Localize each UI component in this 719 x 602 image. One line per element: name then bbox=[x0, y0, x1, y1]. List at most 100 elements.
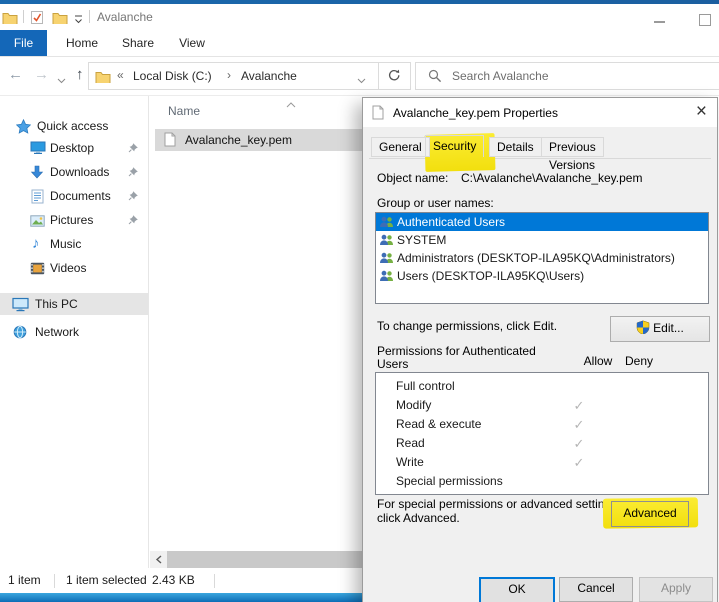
ribbon-tab-file[interactable]: File bbox=[0, 30, 47, 57]
permission-name: Write bbox=[396, 455, 424, 469]
sidebar-item-desktop[interactable]: Desktop bbox=[0, 137, 148, 159]
pictures-icon bbox=[30, 215, 45, 230]
user-row-authenticated-users[interactable]: Authenticated Users bbox=[376, 213, 708, 231]
advanced-hint-line2: click Advanced. bbox=[377, 511, 460, 525]
user-row-administrators[interactable]: Administrators (DESKTOP-ILA95KQ\Administ… bbox=[376, 249, 708, 267]
tab-general[interactable]: General bbox=[371, 137, 430, 157]
ribbon-divider bbox=[0, 56, 719, 57]
ok-button[interactable]: OK bbox=[479, 577, 555, 602]
file-row-selected[interactable]: Avalanche_key.pem bbox=[155, 129, 362, 151]
edit-button[interactable]: Edit... bbox=[610, 316, 710, 342]
minimize-button[interactable] bbox=[654, 21, 665, 23]
ribbon-tab-view[interactable]: View bbox=[170, 30, 214, 57]
sidebar-item-music[interactable]: ♪ Music bbox=[0, 233, 148, 255]
scroll-left-arrow-icon[interactable] bbox=[150, 551, 167, 568]
tab-security[interactable]: Security bbox=[425, 135, 484, 157]
breadcrumb-avalanche[interactable]: Avalanche bbox=[241, 69, 297, 83]
advanced-hint-line1: For special permissions or advanced sett… bbox=[377, 497, 620, 511]
downloads-icon bbox=[30, 165, 44, 182]
object-name-label: Object name: bbox=[377, 171, 448, 185]
permission-name: Read bbox=[396, 436, 425, 450]
ribbon-tab-share[interactable]: Share bbox=[112, 30, 164, 57]
permission-row-full-control[interactable]: Full control bbox=[376, 373, 708, 396]
edit-button-label: Edit... bbox=[653, 321, 684, 335]
breadcrumb-overflow[interactable]: « bbox=[117, 68, 124, 82]
sidebar-item-label: Downloads bbox=[50, 165, 109, 179]
explorer-window: Avalanche File Home Share View ← → ↑ « L… bbox=[0, 0, 719, 602]
file-page-icon bbox=[164, 132, 176, 150]
dialog-title-bar: Avalanche_key.pem Properties × bbox=[363, 98, 717, 127]
search-placeholder: Search Avalanche bbox=[452, 69, 549, 83]
refresh-button[interactable] bbox=[378, 62, 411, 90]
permission-row-read[interactable]: Read ✓ bbox=[376, 434, 708, 453]
refresh-icon bbox=[387, 68, 402, 86]
permissions-list: Full control Modify ✓ Read & execute ✓ R… bbox=[375, 372, 709, 495]
back-arrow-icon[interactable]: ← bbox=[8, 66, 23, 83]
pin-icon bbox=[128, 190, 139, 204]
column-header-name[interactable]: Name bbox=[168, 104, 200, 118]
user-name: Administrators (DESKTOP-ILA95KQ\Administ… bbox=[397, 251, 675, 265]
window-title: Avalanche bbox=[97, 10, 153, 24]
sidebar-item-quick-access[interactable]: Quick access bbox=[0, 115, 148, 137]
permission-row-special-permissions[interactable]: Special permissions bbox=[376, 472, 708, 491]
status-selection: 1 item selected bbox=[66, 573, 147, 587]
tab-page-border bbox=[369, 158, 711, 159]
status-divider bbox=[54, 574, 55, 588]
documents-icon bbox=[31, 189, 44, 207]
address-bar[interactable]: « Local Disk (C:) › Avalanche bbox=[88, 62, 380, 90]
sidebar-item-pictures[interactable]: Pictures bbox=[0, 209, 148, 231]
permission-row-modify[interactable]: Modify ✓ bbox=[376, 396, 708, 415]
sidebar-item-videos[interactable]: Videos bbox=[0, 257, 148, 279]
qat-customize-chevron-icon[interactable] bbox=[74, 14, 83, 28]
this-pc-icon bbox=[12, 297, 29, 315]
scrollbar-thumb[interactable] bbox=[167, 551, 362, 568]
breadcrumb-local-disk[interactable]: Local Disk (C:) bbox=[133, 69, 212, 83]
pin-icon bbox=[128, 214, 139, 228]
recent-locations-chevron-icon[interactable] bbox=[57, 73, 66, 87]
search-box[interactable]: Search Avalanche bbox=[415, 62, 719, 90]
allow-column-header: Allow bbox=[577, 354, 619, 368]
sidebar-item-this-pc[interactable]: This PC bbox=[0, 293, 148, 315]
user-row-system[interactable]: SYSTEM bbox=[376, 231, 708, 249]
permission-row-read-execute[interactable]: Read & execute ✓ bbox=[376, 415, 708, 434]
status-selection-size: 2.43 KB bbox=[152, 573, 195, 587]
permission-row-write[interactable]: Write ✓ bbox=[376, 453, 708, 472]
cancel-button[interactable]: Cancel bbox=[559, 577, 633, 602]
allow-checkmark: ✓ bbox=[558, 434, 600, 453]
desktop-icon bbox=[30, 141, 46, 158]
sidebar-item-label: Quick access bbox=[37, 119, 108, 133]
address-dropdown-chevron-icon[interactable] bbox=[357, 73, 366, 87]
sidebar-item-downloads[interactable]: Downloads bbox=[0, 161, 148, 183]
tab-details[interactable]: Details bbox=[489, 137, 542, 157]
user-name: Users (DESKTOP-ILA95KQ\Users) bbox=[397, 269, 584, 283]
music-note-icon: ♪ bbox=[32, 235, 40, 252]
up-arrow-icon[interactable]: ↑ bbox=[76, 66, 84, 83]
sidebar-item-label: Documents bbox=[50, 189, 111, 203]
sidebar-item-network[interactable]: Network bbox=[0, 321, 148, 343]
qat-properties-icon[interactable] bbox=[30, 10, 44, 28]
permissions-label-line1: Permissions for Authenticated bbox=[377, 344, 536, 358]
user-row-users[interactable]: Users (DESKTOP-ILA95KQ\Users) bbox=[376, 267, 708, 285]
forward-arrow-icon[interactable]: → bbox=[34, 66, 49, 83]
maximize-button[interactable] bbox=[699, 14, 711, 26]
properties-dialog: Avalanche_key.pem Properties × General S… bbox=[362, 97, 718, 602]
ribbon-tab-home[interactable]: Home bbox=[58, 30, 106, 57]
app-folder-icon bbox=[2, 11, 18, 27]
apply-button[interactable]: Apply bbox=[639, 577, 713, 602]
sort-ascending-icon[interactable] bbox=[286, 97, 296, 111]
ribbon-tab-strip: File Home Share View bbox=[0, 30, 719, 57]
sidebar-item-documents[interactable]: Documents bbox=[0, 185, 148, 207]
sidebar-item-label: Music bbox=[50, 237, 81, 251]
advanced-button[interactable]: Advanced bbox=[611, 501, 689, 527]
permission-name: Read & execute bbox=[396, 417, 481, 431]
sidebar-item-label: Desktop bbox=[50, 141, 94, 155]
sidebar-item-label: Network bbox=[35, 325, 79, 339]
group-user-list: Authenticated Users SYSTEM Administrator… bbox=[375, 212, 709, 304]
deny-column-header: Deny bbox=[618, 354, 660, 368]
address-folder-icon bbox=[95, 70, 111, 86]
file-name: Avalanche_key.pem bbox=[185, 133, 292, 147]
tab-previous-versions[interactable]: Previous Versions bbox=[541, 137, 604, 157]
pane-divider bbox=[148, 96, 149, 568]
qat-folder-icon[interactable] bbox=[52, 11, 68, 27]
dialog-close-icon[interactable]: × bbox=[696, 99, 707, 125]
